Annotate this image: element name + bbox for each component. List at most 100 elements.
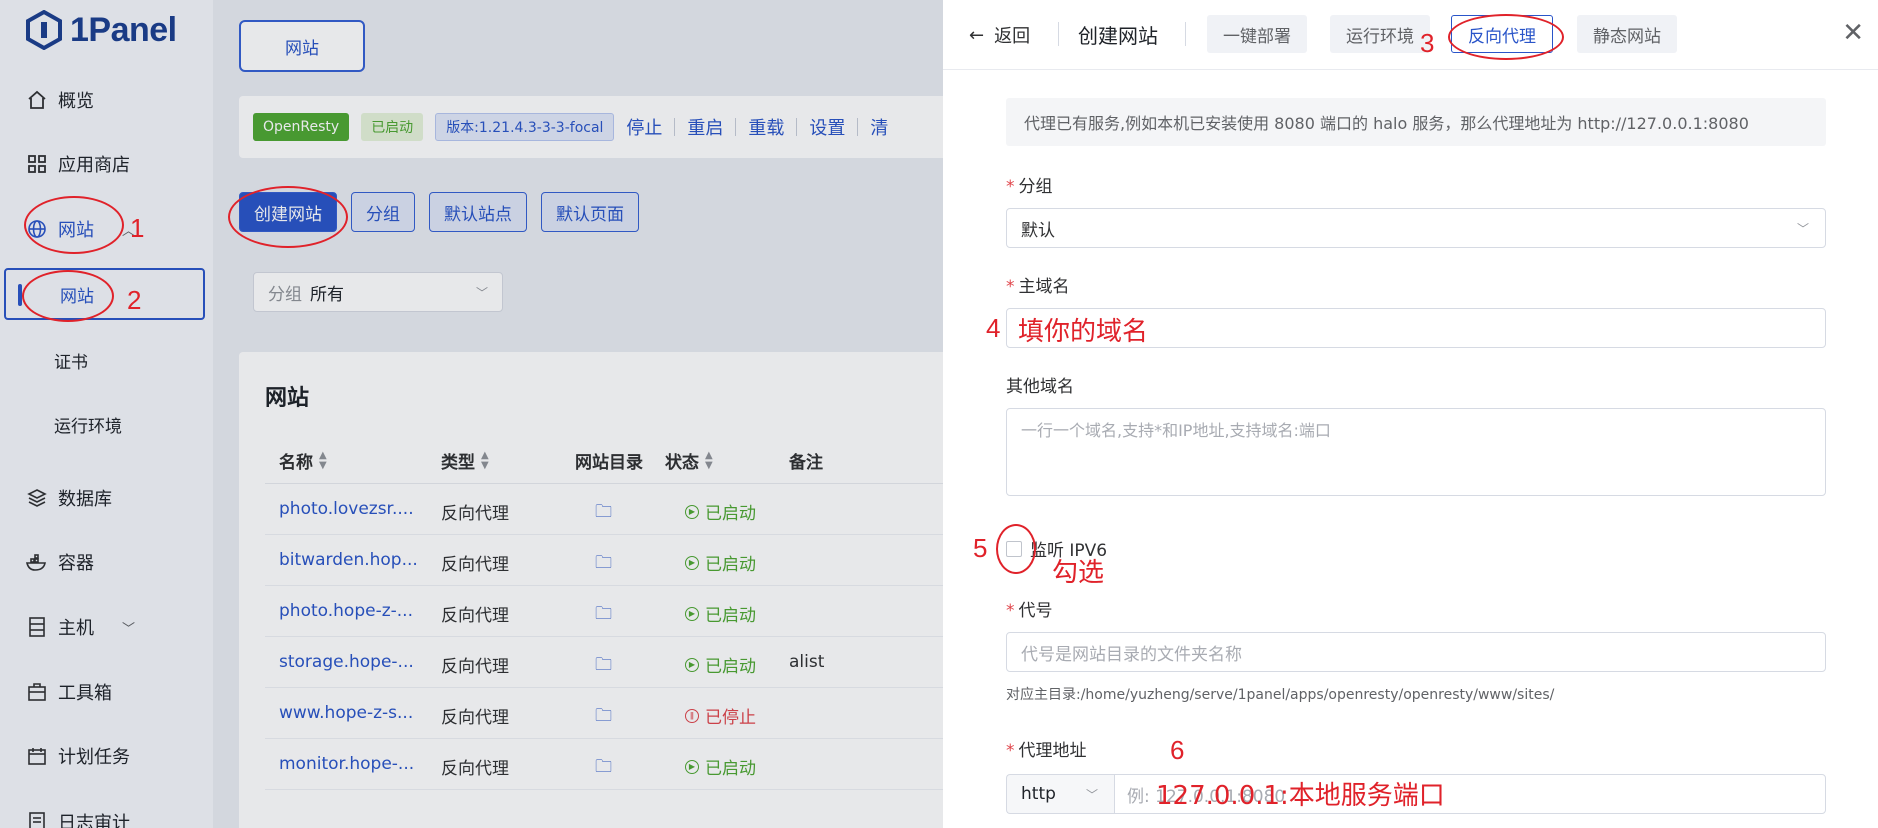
status-indicator[interactable]: ǁ 已停止 [685,703,756,728]
protocol-select[interactable]: http ﹀ [1006,774,1114,814]
tab-reverse-proxy[interactable]: 反向代理 [1451,15,1553,53]
group-select-value: 默认 [1021,220,1055,241]
sidebar-subitem-runtime[interactable]: 运行环境 [0,398,213,450]
default-page-button[interactable]: 默认页面 [541,192,639,232]
other-domains-textarea[interactable]: 一行一个域名,支持*和IP地址,支持域名:端口 [1006,408,1826,496]
reload-link[interactable]: 重载 [748,114,784,140]
toolbox-icon [26,681,48,703]
status-indicator[interactable]: ▶ 已启动 [685,550,756,575]
clear-link[interactable]: 清 [870,114,888,140]
site-type: 反向代理 [441,657,509,677]
sidebar-item-overview[interactable]: 概览 [0,74,213,126]
column-header-name[interactable]: 名称 ▲ ▼ [279,448,327,473]
site-type: 反向代理 [441,708,509,728]
divider [674,118,676,136]
site-name-link[interactable]: monitor.hope-... [279,754,429,774]
divider [1058,22,1059,46]
status-indicator[interactable]: ▶ 已启动 [685,652,756,677]
folder-icon[interactable]: 🗀 [595,601,612,630]
folder-icon[interactable]: 🗀 [595,550,612,579]
divider [857,118,859,136]
site-name-link[interactable]: www.hope-z-s... [279,703,429,723]
sidebar-item-label: 网站 [58,220,94,241]
panel-title: 网站 [265,386,310,411]
brand-logo[interactable]: 1Panel [24,8,177,52]
sidebar-item-toolbox[interactable]: 工具箱 [0,666,213,718]
play-icon: ▶ [685,759,699,774]
pause-icon: ǁ [685,708,699,723]
sidebar-item-container[interactable]: 容器 [0,536,213,588]
sidebar-item-app-store[interactable]: 应用商店 [0,138,213,190]
folder-icon[interactable]: 🗀 [595,754,612,783]
filter-value: 所有 [310,284,344,305]
sidebar-item-label: 日志审计 [58,813,130,828]
table-header: 名称 ▲ ▼ 类型 ▲ ▼ 网站目录 状态 ▲ ▼ 备注 [265,438,959,484]
annotation-number: 4 [986,313,1001,343]
tab-label: 网站 [285,38,319,59]
settings-link[interactable]: 设置 [809,114,845,140]
logo-hex-icon [26,10,62,50]
sidebar-item-database[interactable]: 数据库 [0,472,213,524]
annotation-number: 5 [973,533,988,563]
column-header-note: 备注 [789,453,823,473]
other-domains-label: 其他域名 [1006,377,1074,397]
back-label: 返回 [994,26,1031,47]
column-header-type[interactable]: 类型 ▲ ▼ [441,448,489,473]
stop-link[interactable]: 停止 [626,114,662,140]
group-select[interactable]: 默认 ﹀ [1006,208,1826,248]
sidebar-item-label: 主机 [58,618,94,639]
column-header-status[interactable]: 状态 ▲ ▼ [665,448,713,473]
folder-icon[interactable]: 🗀 [595,703,612,732]
divider [735,118,737,136]
sidebar-item-host[interactable]: 主机 ﹀ [0,601,213,653]
play-icon: ▶ [685,657,699,672]
status-indicator[interactable]: ▶ 已启动 [685,499,756,524]
app-badge: OpenResty [253,113,350,141]
back-button[interactable]: ← 返回 [969,22,1030,48]
sidebar-subitem-websites[interactable]: 网站 [4,268,205,320]
version-badge: 版本:1.21.4.3-3-3-focal [435,113,615,141]
status-indicator[interactable]: ▶ 已启动 [685,754,756,779]
sidebar-item-cron[interactable]: 计划任务 [0,730,213,782]
create-website-button[interactable]: 创建网站 [239,192,337,232]
sort-icon: ▲ ▼ [705,449,713,471]
site-name-link[interactable]: storage.hope-... [279,652,429,672]
divider [1185,22,1186,46]
ipv6-checkbox[interactable] [1006,540,1022,557]
annotation-number: 2 [127,285,142,315]
proxy-address-label: * 代理地址 [1006,741,1087,761]
sidebar-item-label: 计划任务 [58,747,130,768]
group-filter-select[interactable]: 分组 所有 ﹀ [253,272,503,312]
tab-one-click-deploy[interactable]: 一键部署 [1207,15,1307,53]
chevron-down-icon: ﹀ [1796,221,1809,236]
tab-runtime[interactable]: 运行环境 [1330,15,1430,53]
folder-icon[interactable]: 🗀 [595,652,612,681]
primary-domain-label: * 主域名 [1006,277,1070,297]
create-website-drawer: ← 返回 创建网站 一键部署 运行环境 反向代理 静态网站 ✕ 代理已有服务,例… [943,0,1878,828]
site-type: 反向代理 [441,504,509,524]
folder-icon[interactable]: 🗀 [595,499,612,528]
site-name-link[interactable]: photo.hope-z-... [279,601,429,621]
restart-link[interactable]: 重启 [687,114,723,140]
divider [796,118,798,136]
group-button[interactable]: 分组 [351,192,415,232]
layers-icon [26,487,48,509]
status-badge: 已启动 [361,113,424,141]
tab-websites[interactable]: 网站 [239,20,365,72]
tab-static-site[interactable]: 静态网站 [1577,15,1677,53]
table-row: storage.hope-... 反向代理 🗀 ▶ 已启动 alist [265,637,959,688]
sidebar-item-log-audit[interactable]: 日志审计 [0,796,213,828]
default-site-button[interactable]: 默认站点 [429,192,527,232]
sidebar-item-website[interactable]: 网站 ︿ [0,203,213,255]
sidebar-item-label: 应用商店 [58,155,130,176]
arrow-left-icon: ← [969,24,985,46]
play-icon: ▶ [685,504,699,519]
close-icon[interactable]: ✕ [1842,18,1864,48]
status-indicator[interactable]: ▶ 已启动 [685,601,756,626]
site-name-link[interactable]: photo.lovezsr.... [279,499,429,519]
table-row: photo.hope-z-... 反向代理 🗀 ▶ 已启动 [265,586,959,637]
chevron-down-icon: ﹀ [1085,787,1098,802]
sidebar-subitem-certificates[interactable]: 证书 [0,334,213,386]
alias-input[interactable]: 代号是网站目录的文件夹名称 [1006,632,1826,672]
site-name-link[interactable]: bitwarden.hop... [279,550,429,570]
